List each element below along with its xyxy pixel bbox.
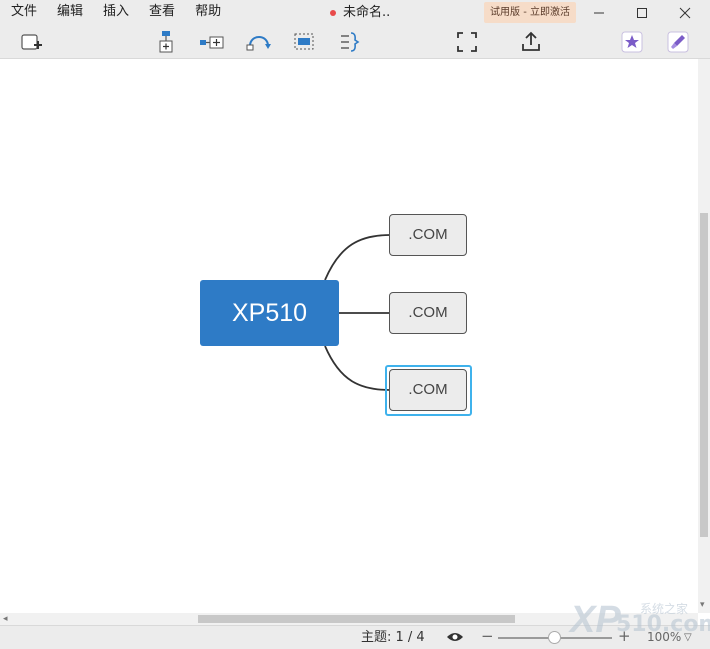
minimize-icon — [594, 12, 604, 14]
menu-help[interactable]: 帮助 — [184, 0, 230, 26]
zoom-in-button[interactable]: + — [618, 626, 631, 647]
subtopic-1[interactable]: .COM — [389, 214, 467, 256]
menu-edit[interactable]: 编辑 — [46, 0, 92, 26]
chevron-down-icon[interactable]: ▽ — [684, 626, 692, 649]
document-title: 未命名.. — [330, 0, 390, 26]
menu-bar: 文件 编辑 插入 查看 帮助 — [0, 0, 230, 26]
central-topic[interactable]: XP510 — [200, 280, 339, 346]
relationship-icon — [246, 36, 271, 51]
zoom-out-button[interactable]: − — [481, 626, 494, 647]
vertical-scrollbar[interactable]: ▾ — [698, 59, 710, 613]
maximize-icon — [637, 8, 647, 18]
theme-icon — [667, 31, 689, 53]
minimize-button[interactable] — [578, 0, 622, 26]
export-button[interactable] — [519, 30, 545, 54]
mindmap-canvas[interactable] — [0, 59, 698, 613]
boundary-icon — [294, 33, 314, 50]
topic-count: 主题: 1 / 4 — [361, 630, 425, 645]
zoom-level[interactable]: 100% — [647, 626, 681, 649]
subtopic-2[interactable]: .COM — [389, 292, 467, 334]
close-icon — [679, 7, 691, 19]
menu-file[interactable]: 文件 — [0, 0, 46, 26]
summary-button[interactable] — [338, 30, 364, 54]
subtopic-3[interactable]: .COM — [389, 369, 467, 411]
horizontal-scroll-thumb[interactable] — [198, 615, 515, 623]
title-bar: 文件 编辑 插入 查看 帮助 未命名.. 试用版 - 立即激活 — [0, 0, 710, 26]
summary-icon — [341, 32, 360, 52]
scroll-left-icon[interactable]: ◂ — [3, 613, 8, 625]
toolbar — [0, 26, 710, 59]
boundary-button[interactable] — [292, 30, 318, 54]
upgrade-button[interactable] — [620, 30, 646, 54]
relationship-button[interactable] — [246, 30, 272, 54]
export-icon — [522, 31, 540, 51]
trial-activate-button[interactable]: 试用版 - 立即激活 — [484, 2, 576, 23]
floating-topic-button[interactable] — [199, 30, 225, 54]
eye-icon[interactable] — [446, 631, 464, 643]
subtopic-button[interactable] — [155, 30, 181, 54]
maximize-button[interactable] — [621, 0, 665, 26]
fullscreen-icon — [457, 32, 477, 52]
menu-view[interactable]: 查看 — [138, 0, 184, 26]
vertical-scroll-thumb[interactable] — [700, 213, 708, 537]
new-topic-button[interactable] — [20, 30, 46, 54]
status-bar: 主题: 1 / 4 − + 100% ▽ — [0, 625, 710, 649]
menu-insert[interactable]: 插入 — [92, 0, 138, 26]
zoom-slider-handle[interactable] — [548, 631, 561, 644]
horizontal-scrollbar[interactable]: ◂ — [0, 613, 698, 625]
unsaved-indicator — [330, 10, 336, 16]
new-topic-icon — [21, 34, 42, 50]
fullscreen-button[interactable] — [455, 30, 481, 54]
subtopic-icon — [159, 31, 173, 53]
scroll-down-icon[interactable]: ▾ — [700, 599, 705, 611]
close-button[interactable] — [664, 0, 708, 26]
floating-topic-icon — [200, 36, 224, 49]
document-title-text: 未命名.. — [343, 5, 391, 20]
upgrade-icon — [621, 31, 643, 53]
theme-button[interactable] — [666, 30, 692, 54]
